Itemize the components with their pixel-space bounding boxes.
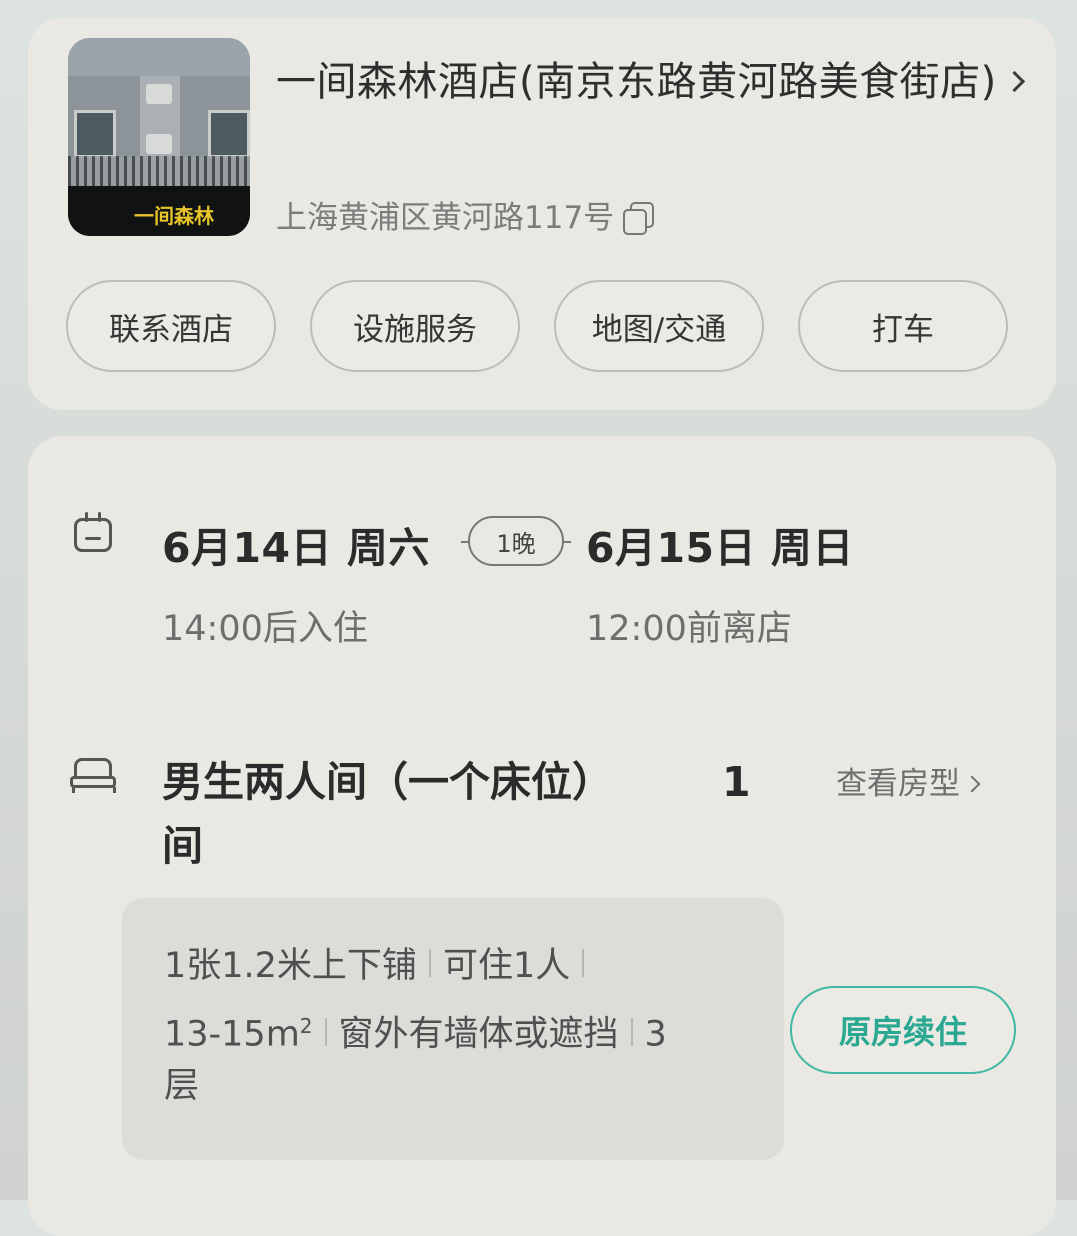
bed-icon bbox=[70, 758, 118, 794]
hotel-thumbnail[interactable]: 一间森林 bbox=[68, 38, 250, 236]
room-type-title: 男生两人间（一个床位） 间 bbox=[162, 750, 762, 878]
room-count-unit: 间 bbox=[162, 822, 203, 870]
room-info-line-1: 1张1.2米上下铺 可住1人 bbox=[164, 936, 596, 996]
booking-card: 6月14日 周六 1晚 6月15日 周日 14:00后入住 12:00前离店 男… bbox=[28, 436, 1056, 1236]
address-text: 上海黄浦区黄河路117号 bbox=[276, 200, 615, 236]
view-room-label: 查看房型 bbox=[836, 766, 960, 802]
area-unit-superscript: 2 bbox=[299, 1014, 313, 1038]
divider bbox=[582, 949, 585, 977]
window-info: 窗外有墙体或遮挡 bbox=[338, 1014, 619, 1055]
divider bbox=[324, 1017, 327, 1046]
occupancy-info: 可住1人 bbox=[442, 946, 571, 986]
calendar-icon bbox=[74, 512, 112, 552]
room-info-box: 1张1.2米上下铺 可住1人 13-15m2 窗外有墙体或遮挡 3 层 bbox=[122, 898, 784, 1160]
floor-unit: 层 bbox=[164, 1066, 200, 1106]
nights-badge: 1晚 bbox=[461, 516, 571, 566]
bed-info: 1张1.2米上下铺 bbox=[164, 946, 417, 986]
contact-hotel-button[interactable]: 联系酒店 bbox=[66, 280, 276, 372]
checkout-date: 6月15日 周日 bbox=[586, 524, 854, 572]
map-transport-button[interactable]: 地图/交通 bbox=[554, 280, 764, 372]
hotel-name: 一间森林酒店(南京东路黄河路美食街店) bbox=[276, 59, 997, 105]
floor-number: 3 bbox=[644, 1014, 667, 1055]
room-info-line-3: 层 bbox=[164, 1056, 199, 1116]
facilities-button[interactable]: 设施服务 bbox=[310, 280, 520, 372]
checkin-time: 14:00后入住 bbox=[162, 609, 368, 649]
checkout-time: 12:00前离店 bbox=[586, 609, 792, 649]
room-info-line-2: 13-15m2 窗外有墙体或遮挡 3 bbox=[164, 996, 667, 1065]
taxi-button[interactable]: 打车 bbox=[798, 280, 1008, 372]
hotel-card: 一间森林 一间森林酒店(南京东路黄河路美食街店) 上海黄浦区黄河路117号 联系… bbox=[28, 18, 1056, 410]
chevron-right-icon bbox=[963, 775, 981, 793]
divider bbox=[630, 1017, 633, 1046]
room-name: 男生两人间（一个床位） bbox=[162, 758, 613, 806]
divider bbox=[428, 949, 431, 977]
renew-stay-button[interactable]: 原房续住 bbox=[790, 986, 1016, 1074]
hotel-address: 上海黄浦区黄河路117号 bbox=[276, 192, 655, 237]
checkin-date: 6月14日 周六 bbox=[162, 524, 430, 572]
hotel-name-link[interactable]: 一间森林酒店(南京东路黄河路美食街店) bbox=[276, 52, 1036, 112]
thumbnail-sign-text: 一间森林 bbox=[134, 204, 214, 228]
copy-icon[interactable] bbox=[620, 200, 655, 235]
area-info: 13-15m bbox=[164, 1014, 300, 1055]
chevron-right-icon bbox=[1003, 70, 1025, 93]
view-room-type-link[interactable]: 查看房型 bbox=[836, 758, 981, 803]
room-count: 1 bbox=[722, 758, 751, 806]
